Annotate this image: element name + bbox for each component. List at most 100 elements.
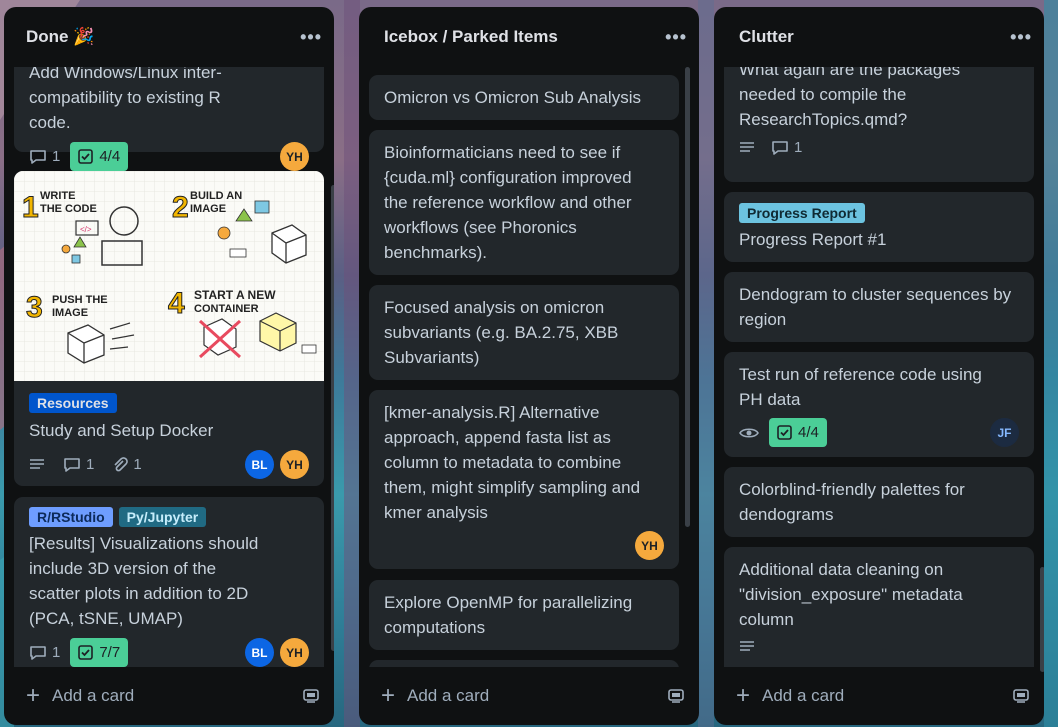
- card-title: Omicron vs Omicron Sub Analysis: [384, 88, 641, 107]
- add-card-label: Add a card: [52, 686, 135, 705]
- list-footer: + Add a card: [714, 667, 1044, 725]
- card-partial[interactable]: [369, 660, 679, 667]
- list-menu-button[interactable]: •••: [300, 27, 322, 48]
- comment-count: 1: [52, 644, 61, 661]
- list-footer: + Add a card: [4, 667, 334, 725]
- card-bioinformaticians[interactable]: Bioinformaticians need to see if {cuda.m…: [369, 130, 679, 275]
- card-dendogram[interactable]: Dendogram to cluster sequences by region: [724, 272, 1034, 342]
- comments-badge: 1: [29, 644, 60, 661]
- comment-icon: [30, 645, 46, 660]
- card-results[interactable]: R/RStudio Py/Jupyter [Results] Visualiza…: [14, 497, 324, 667]
- step-number: 2: [172, 191, 189, 224]
- member-avatar[interactable]: YH: [280, 142, 309, 171]
- checklist-count: 4/4: [99, 148, 121, 165]
- step-number: 4: [168, 287, 185, 320]
- card-title: Progress Report #1: [739, 230, 887, 249]
- list-title[interactable]: Icebox / Parked Items: [384, 27, 558, 47]
- step-label: CONTAINER: [194, 303, 259, 315]
- card-title: Dendogram to cluster sequences by region: [739, 285, 1012, 329]
- checkbox-icon: [78, 645, 94, 660]
- card-kmer-analysis[interactable]: [kmer-analysis.R] Alternative approach, …: [369, 390, 679, 569]
- card-windows-linux[interactable]: Add Windows/Linux inter-compatibility to…: [14, 67, 324, 171]
- member-avatar[interactable]: YH: [280, 638, 309, 667]
- description-icon: [30, 458, 44, 469]
- card-packages[interactable]: What again are the packages needed to co…: [724, 67, 1034, 182]
- list-header: Icebox / Parked Items •••: [359, 7, 699, 67]
- template-icon[interactable]: [302, 688, 320, 704]
- card-container: Omicron vs Omicron Sub Analysis Bioinfor…: [359, 67, 699, 667]
- step-label: IMAGE: [190, 203, 226, 215]
- card-test-run[interactable]: Test run of reference code using PH data…: [724, 352, 1034, 457]
- description-icon: [740, 641, 754, 651]
- list-done: Done 🎉 ••• Add Windows/Linux inter-compa…: [4, 7, 334, 725]
- member-avatar[interactable]: YH: [635, 531, 664, 560]
- card-focused-analysis[interactable]: Focused analysis on omicron subvariants …: [369, 285, 679, 380]
- card-label: R/RStudio: [29, 507, 113, 527]
- card-data-cleaning[interactable]: Additional data cleaning on "division_ex…: [724, 547, 1034, 667]
- checklist-badge: 7/7: [70, 638, 129, 667]
- card-openmp[interactable]: Explore OpenMP for parallelizing computa…: [369, 580, 679, 650]
- card-progress-report[interactable]: Progress Report Progress Report #1: [724, 192, 1034, 262]
- description-icon: [740, 141, 754, 152]
- comment-count: 1: [52, 148, 61, 165]
- add-card-button[interactable]: + Add a card: [26, 684, 302, 708]
- card-title: Explore OpenMP for parallelizing computa…: [384, 593, 633, 637]
- checklist-count: 4/4: [798, 424, 819, 441]
- member-avatar[interactable]: BL: [245, 638, 274, 667]
- list-header: Clutter •••: [714, 7, 1044, 67]
- comment-count: 1: [86, 456, 95, 473]
- list-header: Done 🎉 •••: [4, 7, 334, 67]
- member-avatar[interactable]: YH: [280, 450, 309, 479]
- card-title: Additional data cleaning on "division_ex…: [739, 560, 963, 629]
- list-menu-button[interactable]: •••: [665, 27, 687, 48]
- add-card-button[interactable]: + Add a card: [381, 684, 667, 708]
- svg-text:</>: </>: [80, 225, 92, 234]
- card-title: Focused analysis on omicron subvariants …: [384, 298, 619, 367]
- list-title[interactable]: Done 🎉: [26, 27, 94, 47]
- scrollbar-thumb[interactable]: [1040, 567, 1044, 672]
- comments-badge: 1: [63, 456, 94, 473]
- card-docker[interactable]: 1 WRITE THE CODE </> 2 BUILD AN IMAGE 3 …: [14, 171, 324, 486]
- docker-steps-illustration: 1 WRITE THE CODE </> 2 BUILD AN IMAGE 3 …: [14, 171, 324, 381]
- step-label: START A NEW: [194, 288, 276, 302]
- card-title: Add Windows/Linux inter-compatibility to…: [29, 67, 222, 132]
- step-label: IMAGE: [52, 307, 88, 319]
- card-omicron[interactable]: Omicron vs Omicron Sub Analysis: [369, 75, 679, 120]
- add-card-label: Add a card: [407, 686, 490, 705]
- card-title: Study and Setup Docker: [29, 421, 214, 440]
- checklist-count: 7/7: [99, 644, 121, 661]
- step-number: 3: [26, 291, 43, 324]
- comments-badge: 1: [29, 148, 60, 165]
- plus-icon: +: [381, 682, 396, 709]
- step-label: WRITE: [40, 190, 75, 202]
- checklist-badge: 4/4: [70, 142, 129, 171]
- list-footer: + Add a card: [359, 667, 699, 725]
- step-label: PUSH THE: [52, 294, 108, 306]
- checkbox-icon: [78, 149, 94, 164]
- plus-icon: +: [736, 682, 751, 709]
- template-icon[interactable]: [1012, 688, 1030, 704]
- scrollbar-thumb[interactable]: [685, 67, 690, 527]
- card-label: Progress Report: [739, 203, 865, 223]
- comment-count: 1: [794, 139, 803, 156]
- card-container: What again are the packages needed to co…: [714, 67, 1044, 667]
- step-label: THE CODE: [40, 203, 97, 215]
- list-menu-button[interactable]: •••: [1010, 27, 1032, 48]
- card-title: Colorblind-friendly palettes for dendogr…: [739, 480, 965, 524]
- card-title: Test run of reference code using PH data: [739, 365, 982, 409]
- step-label: BUILD AN: [190, 190, 242, 202]
- member-avatar[interactable]: JF: [990, 418, 1019, 447]
- member-avatar[interactable]: BL: [245, 450, 274, 479]
- add-card-button[interactable]: + Add a card: [736, 684, 1012, 708]
- card-title: Bioinformaticians need to see if {cuda.m…: [384, 143, 632, 262]
- comment-icon: [772, 140, 788, 155]
- template-icon[interactable]: [667, 688, 685, 704]
- scrollbar-thumb[interactable]: [331, 185, 334, 651]
- list-title[interactable]: Clutter: [739, 27, 794, 47]
- card-container: Add Windows/Linux inter-compatibility to…: [4, 67, 334, 667]
- comment-icon: [64, 457, 80, 472]
- attachments-badge: 1: [112, 456, 142, 473]
- card-title: What again are the packages needed to co…: [739, 67, 961, 129]
- card-colorblind[interactable]: Colorblind-friendly palettes for dendogr…: [724, 467, 1034, 537]
- list-icebox: Icebox / Parked Items ••• Omicron vs Omi…: [359, 7, 699, 725]
